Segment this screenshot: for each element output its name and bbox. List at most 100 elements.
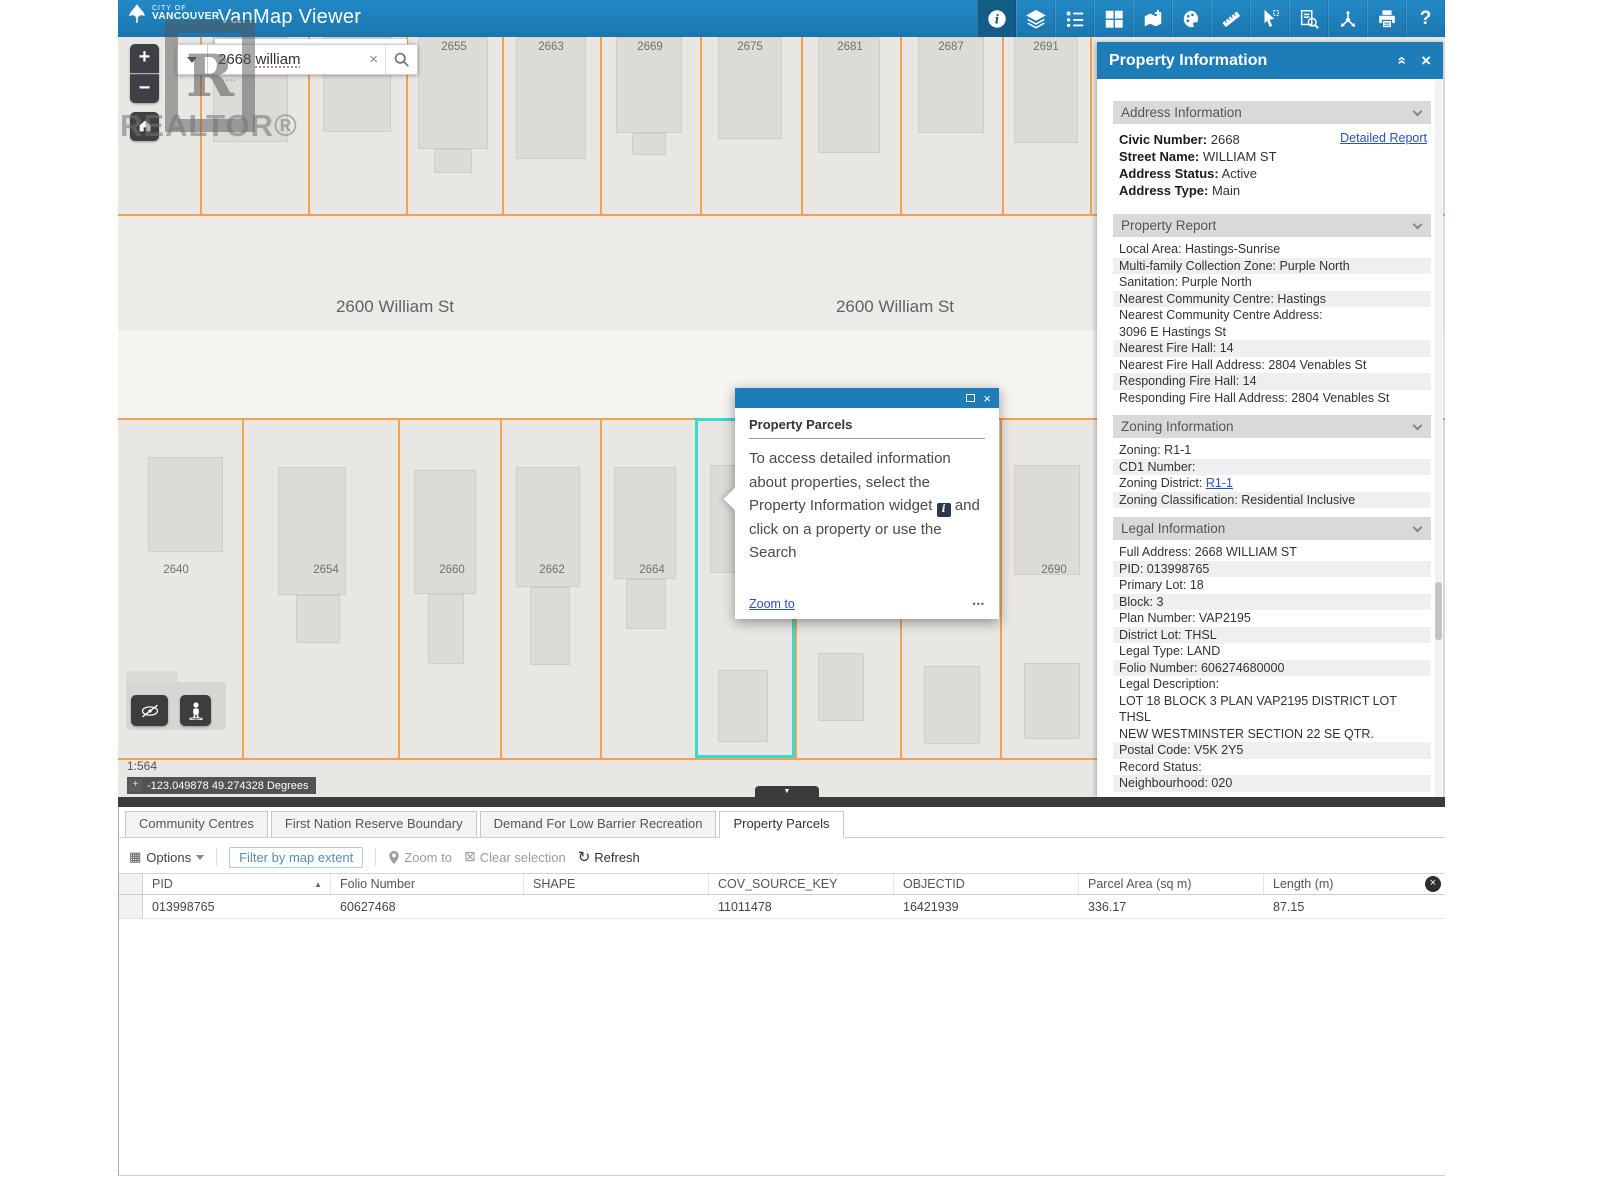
parcel-number: 2640 — [146, 564, 206, 576]
attribute-table: PID ▲ Folio Number SHAPE COV_SOURCE_KEY … — [119, 873, 1445, 919]
info-row: Plan Number: VAP2195 — [1113, 610, 1431, 627]
print-icon — [1376, 8, 1398, 30]
query-tool-button[interactable] — [1289, 0, 1328, 37]
info-row: PID: 013998765 — [1113, 561, 1431, 578]
header-toolbar: i — [977, 0, 1445, 37]
popup-title: Property Parcels — [749, 417, 985, 439]
measure-tool-button[interactable] — [1211, 0, 1250, 37]
zoom-in-button[interactable]: + — [130, 44, 159, 73]
sort-ascending-icon: ▲ — [314, 880, 322, 889]
building-footprint — [818, 37, 880, 153]
parcel-line — [801, 37, 803, 214]
tab-demand-for-low-barrier-recreation[interactable]: Demand For Low Barrier Recreation — [480, 811, 717, 837]
table-row[interactable]: 013998765 60627468 11011478 16421939 336… — [119, 895, 1445, 919]
parcel-number: 2691 — [1016, 41, 1076, 53]
column-header-pid[interactable]: PID ▲ — [143, 874, 331, 894]
column-header-folio-number[interactable]: Folio Number — [331, 874, 524, 894]
column-label: COV_SOURCE_KEY — [718, 877, 837, 891]
detailed-report-link[interactable]: Detailed Report — [1340, 131, 1427, 145]
field-label: Civic Number: — [1119, 132, 1207, 147]
street-view-button[interactable] — [180, 695, 211, 726]
info-tool-button[interactable]: i — [977, 0, 1016, 37]
column-header-parcel-area[interactable]: Parcel Area (sq m) — [1079, 874, 1264, 894]
options-grid-icon: ▦ — [129, 850, 141, 865]
field-label: Zoning District: — [1119, 476, 1206, 490]
filter-by-map-extent-button[interactable]: Filter by map extent — [229, 847, 363, 868]
chevron-down-icon — [1413, 220, 1423, 230]
map-pin-icon — [388, 850, 400, 865]
crosshair-icon: + — [129, 779, 142, 792]
tab-community-centres[interactable]: Community Centres — [125, 811, 268, 837]
visibility-toggle-button[interactable] — [131, 695, 168, 726]
column-header-objectid[interactable]: OBJECTID — [894, 874, 1079, 894]
cell-shape — [524, 895, 709, 918]
draw-tool-button[interactable] — [1172, 0, 1211, 37]
section-address-information[interactable]: Address Information — [1113, 101, 1431, 124]
refresh-button[interactable]: ↻ Refresh — [578, 848, 640, 866]
section-legal-information[interactable]: Legal Information — [1113, 517, 1431, 540]
zoom-to-link[interactable]: Zoom to — [749, 597, 795, 611]
pegman-icon — [189, 702, 203, 720]
info-row: Nearest Fire Hall Address: 2804 Venables… — [1113, 357, 1431, 374]
info-row: Responding Fire Hall: 14 — [1113, 373, 1431, 390]
select-tool-button[interactable] — [1250, 0, 1289, 37]
add-data-tool-button[interactable] — [1133, 0, 1172, 37]
panel-splitter[interactable] — [118, 797, 1445, 807]
zoom-to-label: Zoom to — [404, 850, 452, 865]
share-tool-button[interactable] — [1328, 0, 1367, 37]
legal-rows: Full Address: 2668 WILLIAM ST PID: 01399… — [1113, 540, 1431, 792]
help-tool-button[interactable]: ? — [1406, 0, 1445, 37]
search-input[interactable]: 2668 william × — [207, 44, 385, 75]
more-options-icon[interactable]: ••• — [973, 599, 985, 609]
close-icon[interactable]: × — [983, 392, 991, 405]
column-header-cov-source-key[interactable]: COV_SOURCE_KEY — [709, 874, 894, 894]
clear-selection-icon: ⊠ — [464, 849, 476, 865]
close-panel-icon[interactable]: × — [1421, 51, 1431, 71]
column-label: OBJECTID — [903, 877, 965, 891]
parcel-line — [600, 418, 602, 760]
building-footprint — [632, 133, 666, 155]
zoom-out-button[interactable]: − — [130, 74, 159, 103]
cell-folio-number: 60627468 — [331, 895, 524, 918]
coordinates-bar[interactable]: + -123.049878 49.274328 Degrees — [127, 777, 316, 794]
row-selector[interactable] — [119, 895, 143, 918]
options-label: Options — [146, 850, 191, 865]
tab-property-parcels[interactable]: Property Parcels — [719, 811, 843, 838]
section-property-report[interactable]: Property Report — [1113, 214, 1431, 237]
print-tool-button[interactable] — [1367, 0, 1406, 37]
panel-scrollbar-thumb[interactable] — [1435, 582, 1442, 640]
options-button[interactable]: ▦ Options — [129, 850, 204, 865]
collapse-panel-icon[interactable]: » — [1392, 56, 1409, 64]
row-selector-header — [119, 874, 143, 894]
tab-first-nation-reserve-boundary[interactable]: First Nation Reserve Boundary — [271, 811, 477, 837]
panel-title: Property Information — [1109, 52, 1267, 70]
panel-collapse-tab[interactable]: ▼ — [755, 786, 819, 797]
search-source-dropdown[interactable] — [176, 44, 207, 75]
layers-tool-button[interactable] — [1016, 0, 1055, 37]
map-canvas[interactable]: 2655 2663 2669 2675 2681 2687 2691 2640 … — [118, 37, 1445, 797]
building-footprint — [434, 149, 472, 173]
attribute-table-panel: Community Centres First Nation Reserve B… — [118, 807, 1445, 1176]
section-zoning-information[interactable]: Zoning Information — [1113, 415, 1431, 438]
zoning-district-link[interactable]: R1-1 — [1206, 476, 1233, 490]
toolbar-divider — [375, 848, 376, 866]
maximize-icon[interactable] — [966, 394, 975, 402]
refresh-icon: ↻ — [578, 848, 591, 866]
info-row: Zoning Classification: Residential Inclu… — [1113, 492, 1431, 509]
info-row: Legal Type: LAND — [1113, 643, 1431, 660]
home-extent-button[interactable] — [130, 112, 159, 141]
info-row: Primary Lot: 18 — [1113, 577, 1431, 594]
clear-search-icon[interactable]: × — [362, 51, 385, 68]
column-header-length[interactable]: Length (m) — [1264, 874, 1424, 894]
column-header-shape[interactable]: SHAPE — [524, 874, 709, 894]
table-options-icon[interactable]: × — [1425, 876, 1441, 892]
field-value: Main — [1212, 183, 1240, 198]
clear-selection-button[interactable]: ⊠ Clear selection — [464, 849, 566, 865]
search-button[interactable] — [385, 44, 418, 75]
zoom-to-button[interactable]: Zoom to — [388, 850, 452, 865]
basemap-gallery-tool-button[interactable] — [1094, 0, 1133, 37]
legend-list-icon — [1064, 8, 1086, 30]
legend-tool-button[interactable] — [1055, 0, 1094, 37]
panel-scrollbar-track[interactable] — [1435, 79, 1442, 797]
property-parcels-popup: × Property Parcels To access detailed in… — [735, 388, 999, 619]
